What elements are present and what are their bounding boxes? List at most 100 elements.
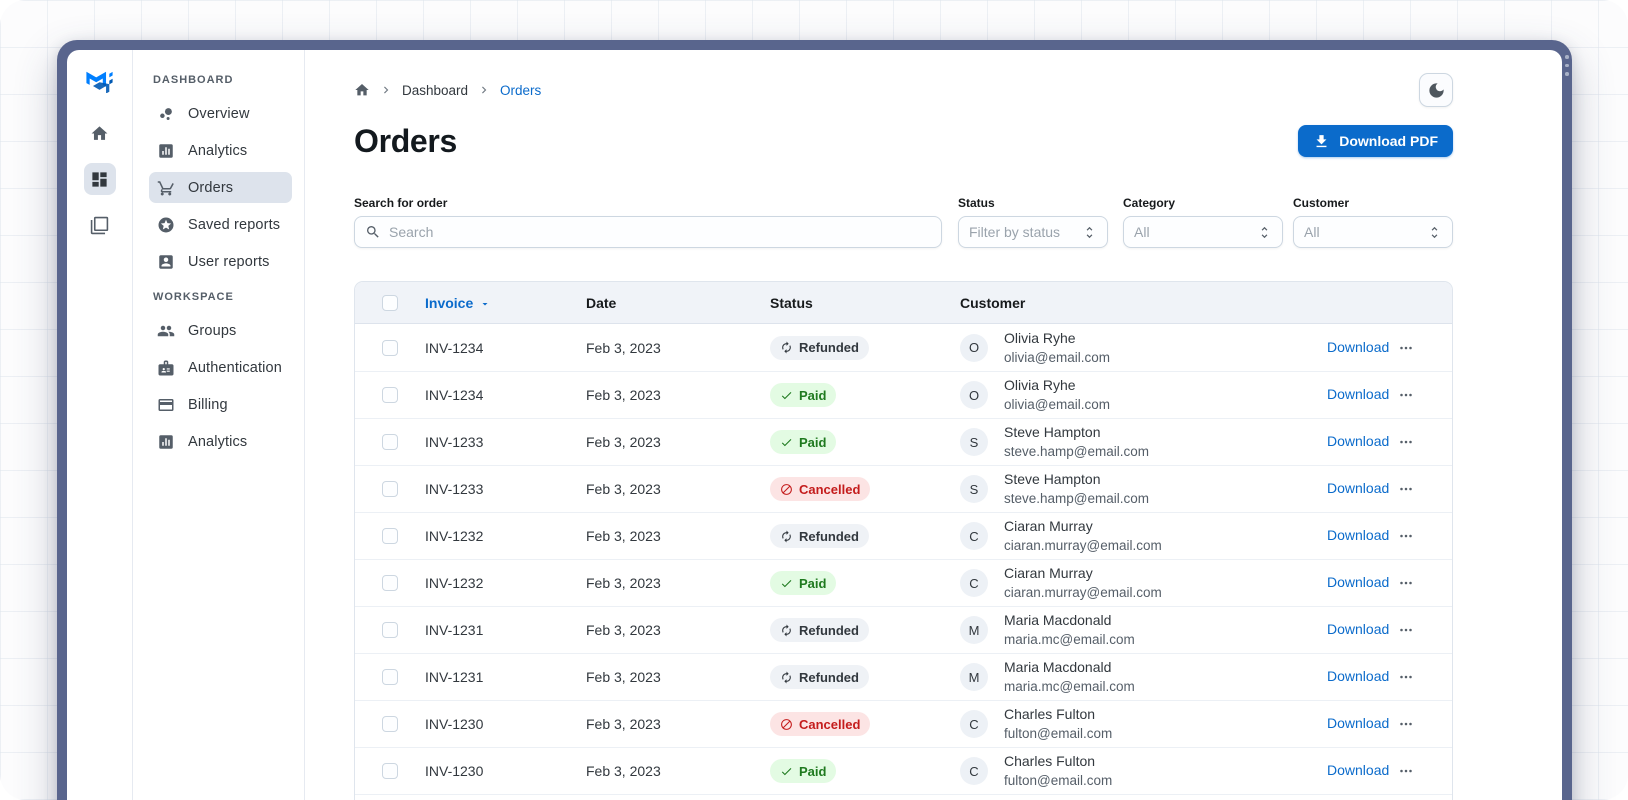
rail-button-home[interactable]	[84, 117, 116, 149]
block-icon	[780, 718, 793, 731]
sidebar-item-analytics[interactable]: Analytics	[149, 135, 292, 166]
row-checkbox[interactable]	[382, 481, 398, 497]
sidebar-item-billing[interactable]: Billing	[149, 389, 292, 420]
customer-email: olivia@email.com	[1004, 397, 1110, 412]
invoice-cell: INV-1232	[425, 528, 484, 544]
column-header-status: Status	[770, 294, 813, 311]
download-link[interactable]: Download	[1327, 715, 1389, 731]
download-link[interactable]: Download	[1327, 386, 1389, 402]
download-link[interactable]: Download	[1327, 527, 1389, 543]
table-row: INV-1233 Feb 3, 2023 Cancelled S Steve H…	[355, 465, 1452, 512]
row-checkbox[interactable]	[382, 575, 398, 591]
category-select[interactable]: All	[1123, 216, 1283, 248]
download-link[interactable]: Download	[1327, 480, 1389, 496]
nav-items: Overview Analytics Orders Saved reports …	[149, 98, 292, 277]
download-link[interactable]: Download	[1327, 574, 1389, 590]
more-horiz-icon	[1397, 762, 1415, 780]
row-checkbox[interactable]	[382, 763, 398, 779]
download-link[interactable]: Download	[1327, 433, 1389, 449]
customer-email: steve.hamp@email.com	[1004, 444, 1150, 459]
customer-select[interactable]: All	[1293, 216, 1453, 248]
column-header-invoice[interactable]: Invoice	[425, 295, 586, 311]
home-icon[interactable]	[354, 82, 370, 98]
more-options-button[interactable]	[1392, 336, 1420, 360]
category-select-value: All	[1134, 224, 1150, 240]
search-input[interactable]	[389, 224, 931, 240]
invoice-cell: INV-1234	[425, 387, 484, 403]
download-pdf-button[interactable]: Download PDF	[1298, 125, 1453, 157]
more-options-button[interactable]	[1392, 665, 1420, 689]
status-select[interactable]: Filter by status	[958, 216, 1108, 248]
status-chip: Cancelled	[770, 712, 871, 736]
invoice-cell: INV-1233	[425, 481, 484, 497]
customer-email: maria.mc@email.com	[1004, 679, 1135, 694]
avatar: C	[960, 710, 988, 738]
more-horiz-icon	[1397, 715, 1415, 733]
status-chip: Refunded	[770, 618, 869, 642]
scrollbar-dots[interactable]	[1565, 55, 1569, 76]
download-link[interactable]: Download	[1327, 621, 1389, 637]
table-row: INV-1233 Feb 3, 2023 Paid S Steve Hampto…	[355, 418, 1452, 465]
customer-select-value: All	[1304, 224, 1320, 240]
more-options-button[interactable]	[1392, 759, 1420, 783]
row-checkbox[interactable]	[382, 387, 398, 403]
more-options-button[interactable]	[1392, 477, 1420, 501]
date-cell: Feb 3, 2023	[586, 763, 661, 779]
customer-email: olivia@email.com	[1004, 349, 1110, 365]
sidebar-item-analytics[interactable]: Analytics	[149, 426, 292, 457]
sidebar-item-user-reports[interactable]: User reports	[149, 246, 292, 277]
customer-email: fulton@email.com	[1004, 773, 1113, 788]
customer-name: Maria Macdonald	[1004, 612, 1112, 628]
row-checkbox[interactable]	[382, 716, 398, 732]
customer-email: fulton@email.com	[1004, 726, 1113, 741]
table-row: INV-1231 Feb 3, 2023 Refunded M Maria Ma…	[355, 606, 1452, 653]
sidebar-item-saved-reports[interactable]: Saved reports	[149, 209, 292, 240]
page-title: Orders	[354, 123, 458, 159]
more-options-button[interactable]	[1392, 524, 1420, 548]
analytics-icon	[157, 433, 175, 451]
status-chip: Paid	[770, 430, 837, 454]
sidebar-item-overview[interactable]: Overview	[149, 98, 292, 129]
row-checkbox[interactable]	[382, 669, 398, 685]
refresh-icon	[780, 624, 793, 637]
sidebar-item-groups[interactable]: Groups	[149, 315, 292, 346]
breadcrumb-item-dashboard[interactable]: Dashboard	[402, 83, 468, 98]
customer-cell: M Maria Macdonald maria.mc@email.com	[960, 611, 1277, 649]
icon-rail	[67, 50, 133, 800]
more-options-button[interactable]	[1392, 618, 1420, 642]
customer-name: Olivia Ryhe	[1004, 377, 1076, 393]
filters-row: Search for order Status Filter by status	[354, 196, 1453, 248]
topbar: Dashboard Orders	[354, 73, 1453, 107]
rail-button-dashboard[interactable]	[83, 163, 116, 195]
customer-name: Ciaran Murray	[1004, 565, 1093, 581]
row-checkbox[interactable]	[382, 434, 398, 450]
customer-cell: S Steve Hampton steve.hamp@email.com	[960, 470, 1277, 508]
more-options-button[interactable]	[1392, 383, 1420, 407]
download-link[interactable]: Download	[1327, 339, 1389, 355]
theme-toggle-button[interactable]	[1419, 73, 1453, 107]
search-field[interactable]	[354, 216, 942, 248]
more-options-button[interactable]	[1392, 571, 1420, 595]
row-checkbox[interactable]	[382, 339, 398, 356]
more-options-button[interactable]	[1392, 712, 1420, 736]
customer-email: ciaran.murray@email.com	[1004, 585, 1162, 600]
avatar: O	[960, 333, 988, 362]
breadcrumb-item-orders[interactable]: Orders	[500, 83, 541, 98]
more-horiz-icon	[1397, 386, 1415, 404]
avatar: S	[960, 475, 988, 503]
sidebar-item-orders[interactable]: Orders	[149, 172, 292, 203]
avatar: O	[960, 381, 988, 409]
row-checkbox[interactable]	[382, 528, 398, 544]
select-all-checkbox[interactable]	[382, 294, 398, 311]
chevron-right-icon	[379, 83, 393, 97]
customer-cell: C Charles Fulton fulton@email.com	[960, 705, 1277, 743]
sidebar-item-authentication[interactable]: Authentication	[149, 352, 292, 383]
more-horiz-icon	[1397, 668, 1415, 686]
rail-button-layers[interactable]	[84, 209, 116, 241]
more-options-button[interactable]	[1392, 430, 1420, 454]
people-icon	[157, 322, 175, 340]
nav-section: WORKSPACE Groups Authentication Billing …	[149, 291, 292, 457]
row-checkbox[interactable]	[382, 622, 398, 638]
download-link[interactable]: Download	[1327, 668, 1389, 684]
download-link[interactable]: Download	[1327, 762, 1389, 778]
